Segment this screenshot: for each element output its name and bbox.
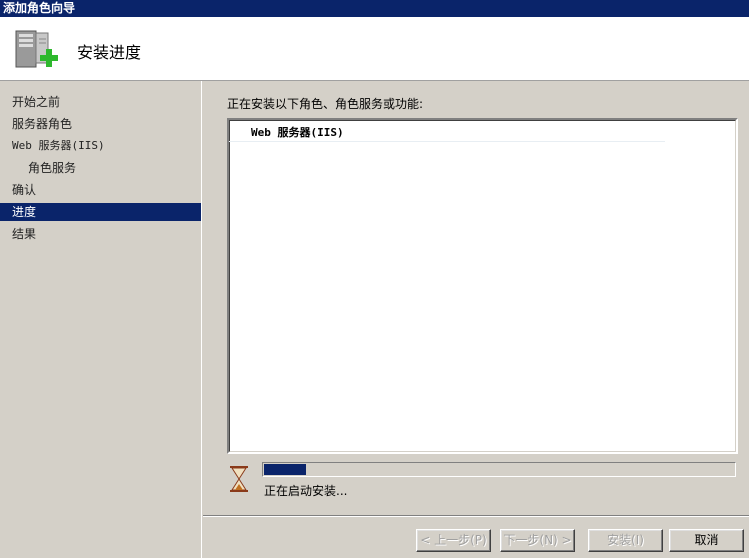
next-button[interactable]: 下一步(N) > bbox=[500, 529, 575, 552]
window-title: 添加角色向导 bbox=[0, 0, 749, 17]
back-button[interactable]: < 上一步(P) bbox=[416, 529, 491, 552]
list-item: Web 服务器(IIS) bbox=[229, 124, 665, 142]
step-confirmation[interactable]: 确认 bbox=[0, 181, 201, 199]
progress-fill bbox=[264, 464, 306, 475]
step-web-server[interactable]: Web 服务器(IIS) bbox=[0, 137, 201, 155]
status-text: 正在启动安装... bbox=[264, 484, 348, 498]
step-before-you-begin[interactable]: 开始之前 bbox=[0, 93, 201, 111]
page-title: 安装进度 bbox=[77, 43, 142, 62]
content-pane: 正在安装以下角色、角色服务或功能: Web 服务器(IIS) 正在启动安装... bbox=[203, 81, 749, 515]
step-results[interactable]: 结果 bbox=[0, 225, 201, 243]
step-progress[interactable]: 进度 bbox=[0, 203, 201, 221]
install-list[interactable]: Web 服务器(IIS) bbox=[227, 118, 738, 454]
footer-divider bbox=[203, 515, 749, 517]
cancel-button[interactable]: 取消 bbox=[669, 529, 744, 552]
intro-text: 正在安装以下角色、角色服务或功能: bbox=[227, 97, 424, 111]
wizard-steps: 开始之前 服务器角色 Web 服务器(IIS) 角色服务 确认 进度 结果 bbox=[0, 81, 202, 558]
hourglass-icon bbox=[230, 466, 248, 492]
wizard-header: 安装进度 bbox=[0, 17, 749, 81]
server-add-icon bbox=[15, 30, 58, 68]
step-server-roles[interactable]: 服务器角色 bbox=[0, 115, 201, 133]
install-progress-bar bbox=[262, 462, 736, 477]
install-button[interactable]: 安装(I) bbox=[588, 529, 663, 552]
step-role-services[interactable]: 角色服务 bbox=[0, 159, 201, 177]
